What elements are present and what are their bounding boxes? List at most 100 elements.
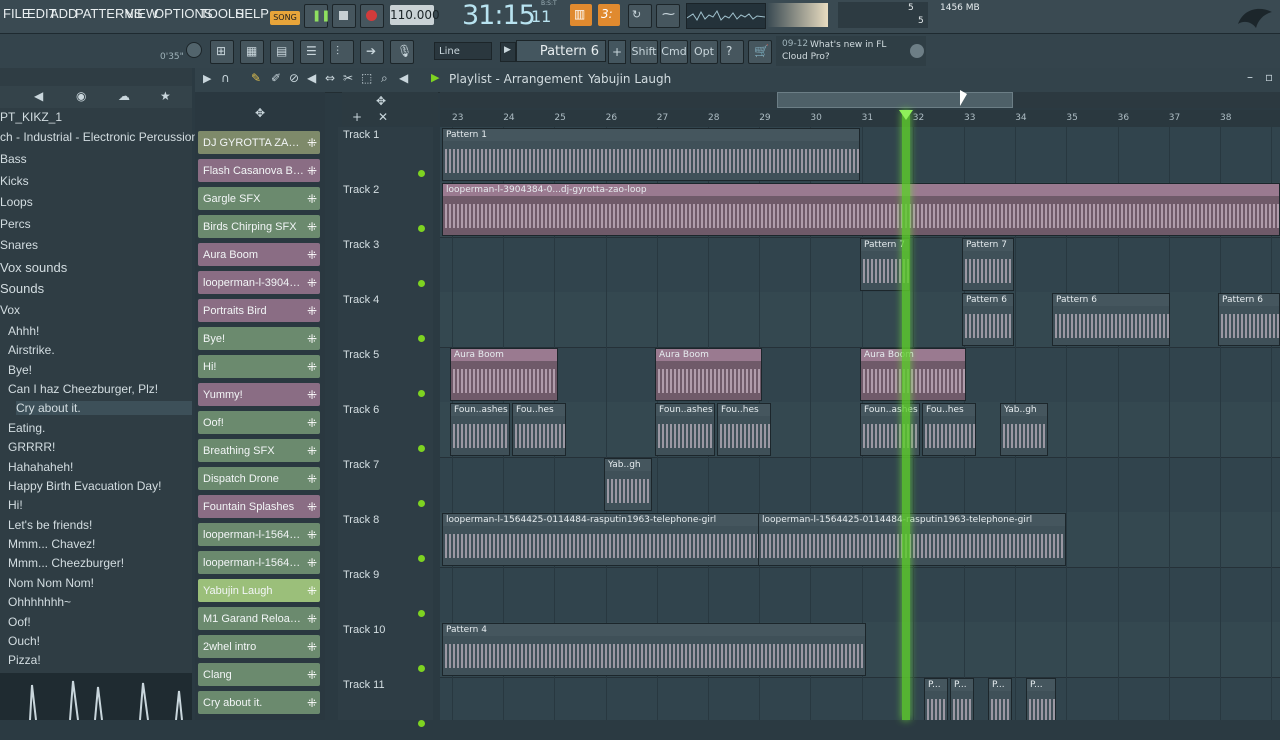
- browser-item[interactable]: Let's be friends!: [8, 518, 92, 532]
- track-mute-led[interactable]: [418, 170, 425, 177]
- browser-item[interactable]: Bye!: [8, 363, 32, 377]
- loop-record-button[interactable]: ↻: [628, 4, 652, 28]
- browser-item[interactable]: Can I haz Cheezburger, Plz!: [8, 382, 158, 396]
- select-icon[interactable]: ⬚: [361, 71, 372, 85]
- track-mute-led[interactable]: [418, 445, 425, 452]
- clip[interactable]: Foun..ashes: [450, 403, 510, 456]
- track-lane[interactable]: [440, 567, 1280, 623]
- mix-knob[interactable]: [186, 42, 202, 58]
- browser-item[interactable]: Percs: [0, 217, 31, 231]
- menu-add[interactable]: ADD: [50, 6, 77, 21]
- clip[interactable]: Aura Boom: [450, 348, 558, 401]
- browser-item[interactable]: Ouch!: [8, 634, 40, 648]
- channel-item[interactable]: Aura Boom ⁜: [198, 243, 320, 266]
- menu-help[interactable]: HELP: [235, 6, 269, 21]
- cmd-button[interactable]: Cmd: [660, 40, 688, 64]
- browser-item[interactable]: Eating.: [8, 421, 45, 435]
- play-menu-icon[interactable]: ▶: [203, 72, 211, 85]
- channel-item[interactable]: Bye! ⁜: [198, 327, 320, 350]
- channel-item[interactable]: Breathing SFX ⁜: [198, 439, 320, 462]
- slip-icon[interactable]: ⇔: [325, 71, 335, 85]
- playhead[interactable]: [902, 110, 910, 720]
- clip[interactable]: Pattern 1: [442, 128, 860, 181]
- browser-item[interactable]: Oof!: [8, 615, 31, 629]
- channel-item[interactable]: Cry about it. ⁜: [198, 691, 320, 714]
- playback-icon[interactable]: ◀: [399, 71, 408, 85]
- arrangement-area[interactable]: Pattern 1 looperman-l-3904384-0...dj-gyro…: [440, 127, 1280, 720]
- channel-item[interactable]: Fountain Splashes ⁜: [198, 495, 320, 518]
- browser-item[interactable]: Hi!: [8, 498, 23, 512]
- channel-item[interactable]: looperman-l-15644... ⁜: [198, 551, 320, 574]
- speaker-icon[interactable]: ◀: [34, 89, 43, 103]
- stop-button[interactable]: [332, 4, 356, 28]
- view-arrow-button[interactable]: ➔: [360, 40, 384, 64]
- clip[interactable]: Yab..gh: [1000, 403, 1048, 456]
- browser-item[interactable]: Kicks: [0, 174, 29, 188]
- globe-icon[interactable]: ◉: [76, 89, 86, 103]
- browser-item[interactable]: Vox: [0, 303, 20, 317]
- channel-item[interactable]: Oof! ⁜: [198, 411, 320, 434]
- track-mute-led[interactable]: [418, 225, 425, 232]
- opt-button[interactable]: Opt: [690, 40, 718, 64]
- channel-item[interactable]: Gargle SFX ⁜: [198, 187, 320, 210]
- clip[interactable]: Fou..hes: [717, 403, 771, 456]
- browser-item[interactable]: Ahhh!: [8, 324, 39, 338]
- move-icon[interactable]: ✥: [255, 106, 265, 120]
- channel-item[interactable]: Yummy! ⁜: [198, 383, 320, 406]
- clip[interactable]: Pattern 6: [1218, 293, 1280, 346]
- browser-item[interactable]: Vox sounds: [0, 260, 67, 275]
- track-mute-led[interactable]: [418, 665, 425, 672]
- help-button[interactable]: ?: [720, 40, 744, 64]
- browser-item[interactable]: Airstrike.: [8, 343, 55, 357]
- browser-item[interactable]: PT_KIKZ_1: [0, 110, 62, 124]
- browser-item[interactable]: Mmm... Chavez!: [8, 537, 95, 551]
- playhead-marker-icon[interactable]: [899, 110, 913, 120]
- pencil-icon[interactable]: ✎: [251, 71, 261, 85]
- clip[interactable]: looperman-l-1564425-0114484-rasputin1963…: [442, 513, 760, 566]
- clip[interactable]: P...: [988, 678, 1012, 720]
- channel-item[interactable]: M1 Garand Reload 1 ⁜: [198, 607, 320, 630]
- snap-select[interactable]: Line: [434, 42, 492, 60]
- magnet-icon[interactable]: ∩: [221, 71, 230, 85]
- browser-item[interactable]: Ohhhhhhh~: [8, 595, 71, 609]
- track-mute-led[interactable]: [418, 720, 425, 727]
- channel-item[interactable]: Hi! ⁜: [198, 355, 320, 378]
- channel-item[interactable]: 2whel intro ⁜: [198, 635, 320, 658]
- zoom-icon[interactable]: ⌕: [381, 71, 388, 86]
- clip[interactable]: Pattern 7: [962, 238, 1014, 291]
- move-icon[interactable]: ✥: [376, 94, 386, 108]
- shop-button[interactable]: 🛒: [748, 40, 772, 64]
- news-close-icon[interactable]: [910, 44, 924, 58]
- track-mute-led[interactable]: [418, 280, 425, 287]
- news-panel[interactable]: 09-12 What's new in FL Cloud Pro?: [776, 36, 926, 66]
- browser-item[interactable]: Pizza!: [8, 653, 41, 667]
- browser-item[interactable]: Loops: [0, 195, 33, 209]
- track-mute-led[interactable]: [418, 555, 425, 562]
- mute-icon[interactable]: ◀: [307, 71, 316, 85]
- view-channel-rack-button[interactable]: ▦: [240, 40, 264, 64]
- star-icon[interactable]: ★: [160, 89, 171, 103]
- shift-button[interactable]: Shift: [630, 40, 658, 64]
- clip[interactable]: Aura Boom: [860, 348, 966, 401]
- track-mute-led[interactable]: [418, 610, 425, 617]
- channel-item[interactable]: Dispatch Drone ⁜: [198, 467, 320, 490]
- browser-item[interactable]: Cry about it.: [16, 401, 192, 415]
- browser-item[interactable]: Bass: [0, 152, 27, 166]
- browser-item[interactable]: Mmm... Cheezburger!: [8, 556, 124, 570]
- clip[interactable]: Aura Boom: [655, 348, 762, 401]
- channel-item[interactable]: looperman-l-39043... ⁜: [198, 271, 320, 294]
- channel-item[interactable]: DJ GYROTTA ZAO Lau...⁜: [198, 131, 320, 154]
- maximize-icon[interactable]: ▫: [1265, 70, 1273, 84]
- channel-item[interactable]: Clang ⁜: [198, 663, 320, 686]
- clip[interactable]: Yab..gh: [604, 458, 652, 511]
- metronome-button[interactable]: ▥: [570, 4, 592, 26]
- close-icon[interactable]: ✕: [378, 110, 388, 124]
- clip[interactable]: looperman-l-3904384-0...dj-gyrotta-zao-l…: [442, 183, 1280, 236]
- clip[interactable]: Foun..ashes: [655, 403, 715, 456]
- channel-item[interactable]: Flash Casanova Bee... ⁜: [198, 159, 320, 182]
- channel-item[interactable]: Birds Chirping SFX ⁜: [198, 215, 320, 238]
- view-playlist-button[interactable]: ⊞: [210, 40, 234, 64]
- browser-item[interactable]: Snares: [0, 238, 38, 252]
- clip[interactable]: Fou..hes: [922, 403, 976, 456]
- minimize-icon[interactable]: –: [1247, 70, 1253, 84]
